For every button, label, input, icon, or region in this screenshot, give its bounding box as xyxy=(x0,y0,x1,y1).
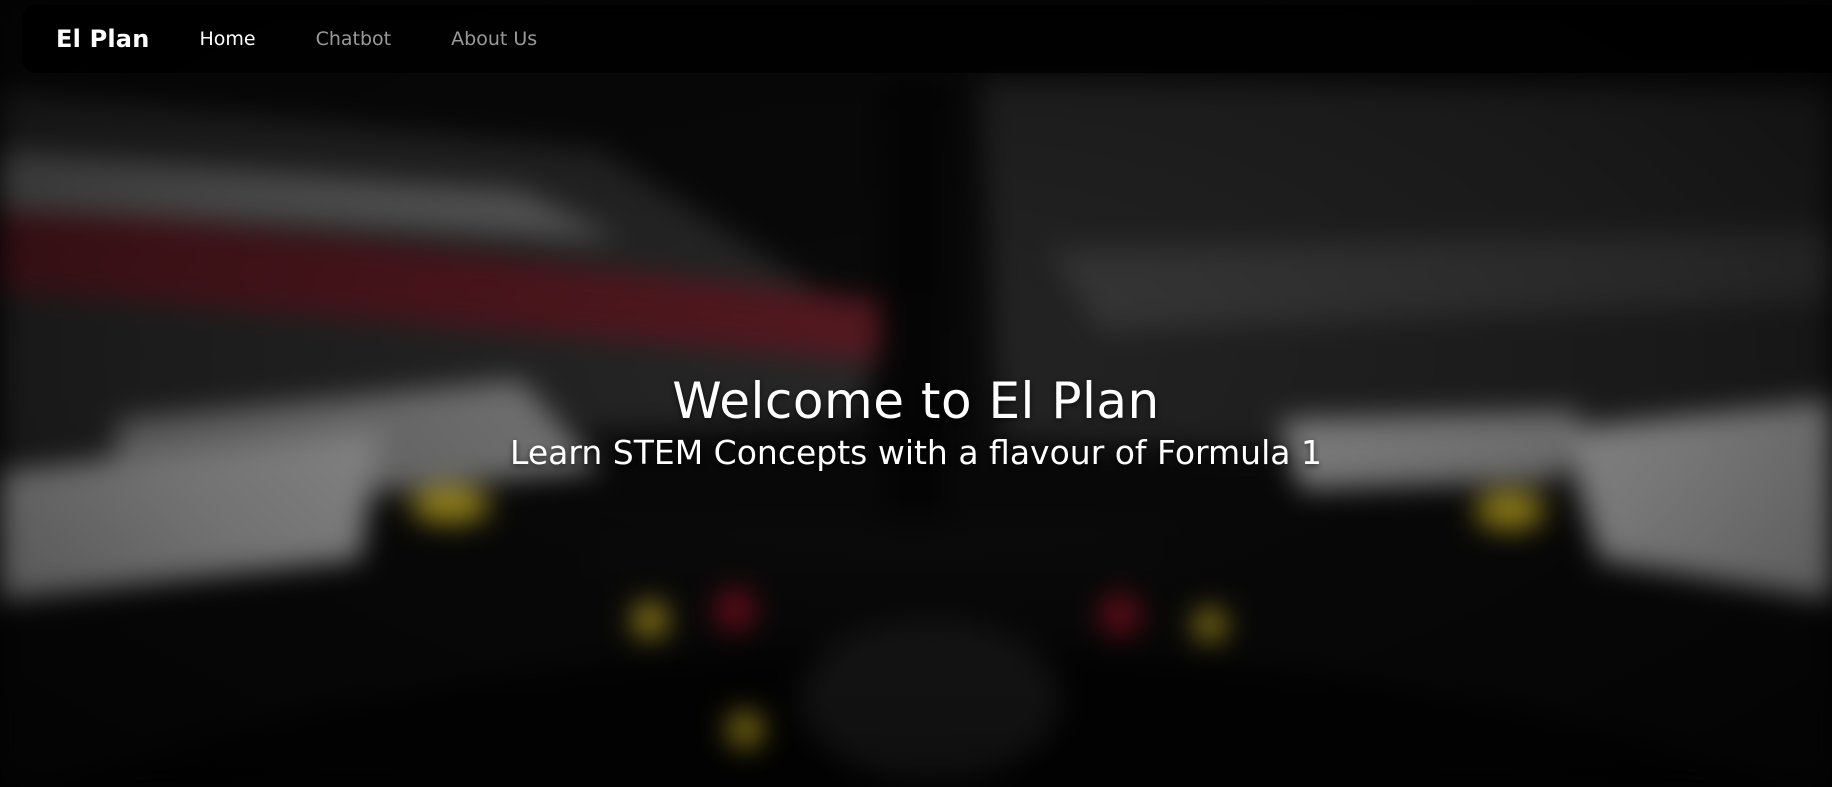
home-page: El Plan Home Chatbot About Us Welcome to… xyxy=(0,0,1832,787)
nav-link-chatbot[interactable]: Chatbot xyxy=(316,28,392,50)
brand-logo[interactable]: El Plan xyxy=(56,25,149,53)
nav-link-about-us[interactable]: About Us xyxy=(451,28,537,50)
hero-title: Welcome to El Plan xyxy=(672,372,1160,430)
hero-subtitle: Learn STEM Concepts with a flavour of Fo… xyxy=(510,433,1322,472)
top-navbar: El Plan Home Chatbot About Us xyxy=(22,5,1832,73)
nav-link-home[interactable]: Home xyxy=(199,28,255,50)
hero-section: Welcome to El Plan Learn STEM Concepts w… xyxy=(0,370,1832,474)
